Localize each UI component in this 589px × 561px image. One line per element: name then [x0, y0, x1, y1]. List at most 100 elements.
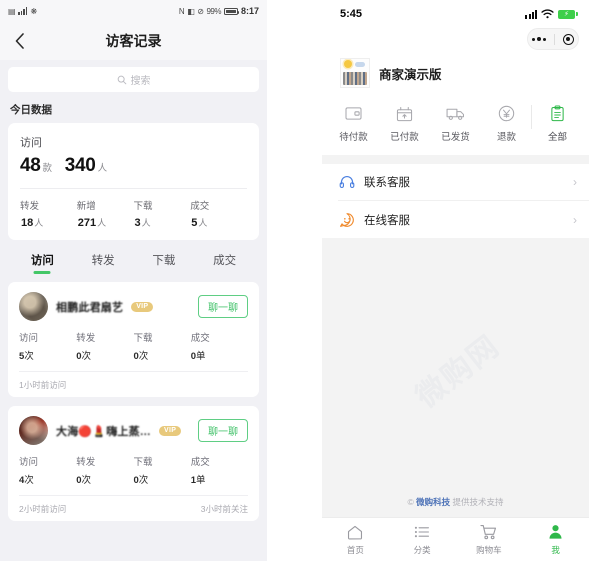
vibrate-icon: ◧ [187, 6, 195, 16]
tabbar-item-home[interactable]: 首页 [322, 524, 389, 556]
visits-products-value: 48 款 [20, 155, 52, 176]
right-top-white: 5:45 ⚡ 商家演示版 待付款 已付款 已发货 退款 全部 [322, 0, 589, 155]
wifi-icon [541, 9, 554, 19]
battery-charging-icon: ⚡ [558, 9, 578, 19]
copyright-symbol: © [407, 497, 414, 507]
visitor-name: 相鹏此君扇艺 [56, 301, 124, 314]
stat-value: 0次 [76, 475, 92, 486]
cloud-icon [355, 62, 365, 67]
battery-icon [223, 7, 240, 15]
category-icon [414, 524, 431, 541]
metric-label: 转发 [20, 201, 40, 212]
metric-label: 新增 [76, 201, 96, 212]
order-action-shipped[interactable]: 已发货 [430, 104, 481, 143]
footer-credit: © 微购科技 提供技术支持 [322, 490, 589, 517]
target-circle-icon[interactable] [562, 33, 574, 45]
visits-people-unit: 人 [97, 163, 108, 174]
mini-program-capsule-row [322, 28, 589, 54]
nfc-icon: N [178, 6, 185, 16]
clipboard-icon [548, 104, 567, 123]
people-icon [343, 72, 367, 85]
signal-icon [18, 7, 28, 15]
vip-badge: VIP [131, 301, 154, 312]
metric-download: 下载 3人 [134, 198, 191, 229]
stat-forwards: 转发 0次 [76, 330, 133, 362]
visitor-stats: 访问 5次 转发 0次 下载 0次 成交 0单 [19, 321, 248, 362]
visitor-header: 相鹏此君扇艺 VIP 聊一聊 [19, 292, 248, 321]
chevron-right-icon: › [573, 175, 577, 189]
stat-value: 5次 [19, 351, 34, 362]
service-label: 联系客服 [364, 177, 410, 189]
tab-deals[interactable]: 成交 [194, 252, 255, 274]
dnd-icon: ⊘ [197, 6, 204, 16]
tab-forwards[interactable]: 转发 [73, 252, 134, 274]
right-empty-area: 微购网 [322, 238, 589, 490]
left-status-bar: ▤ ❋ N ◧ ⊘ 99% 8:17 [0, 0, 267, 22]
order-action-refund[interactable]: 退款 [481, 104, 532, 143]
stat-label: 转发 [76, 333, 96, 344]
visits-label: 访问 [20, 137, 42, 149]
stat-visits: 访问 5次 [19, 330, 76, 362]
metric-new: 新增 271人 [77, 198, 134, 229]
stat-downloads: 下载 0次 [134, 330, 191, 362]
sun-icon [344, 60, 352, 68]
order-action-paid[interactable]: 已付款 [379, 104, 430, 143]
capsule-separator [554, 33, 555, 45]
screen-divider [267, 0, 322, 561]
order-actions-row: 待付款 已付款 已发货 退款 全部 [322, 102, 589, 155]
tab-visits[interactable]: 访问 [12, 252, 73, 274]
tabbar-item-cart[interactable]: 购物车 [456, 524, 523, 556]
today-data-card: 访问 48 款 340 人 转发 18人 新增 271人 下载 3人 成交 5人 [8, 123, 259, 240]
metric-deal: 成交 5人 [190, 198, 247, 229]
battery-percent-label: 99% [206, 6, 221, 16]
chevron-right-icon: › [573, 212, 577, 227]
stat-label: 访问 [19, 457, 39, 468]
order-action-pending-payment[interactable]: 待付款 [328, 104, 379, 143]
service-list: 联系客服 › 在线客服 › [322, 164, 589, 238]
headset-icon [338, 174, 355, 191]
order-action-label: 已发货 [441, 132, 470, 143]
chat-button[interactable]: 聊一聊 [198, 419, 248, 442]
stat-label: 转发 [76, 457, 96, 468]
shop-name: 商家演示版 [379, 67, 442, 82]
visitor-header: 大海🔴💄嗨上蒸… VIP 聊一聊 [19, 416, 248, 445]
visitor-card[interactable]: 大海🔴💄嗨上蒸… VIP 聊一聊 访问 4次 转发 0次 下载 0次 成交 1单… [8, 406, 259, 521]
metric-value: 271人 [77, 217, 107, 229]
today-data-heading: 今日数据 [10, 104, 52, 116]
visitor-list: 相鹏此君扇艺 VIP 聊一聊 访问 5次 转发 0次 下载 0次 成交 0单 1… [8, 274, 259, 521]
tabbar-label: 分类 [413, 544, 431, 555]
metrics-grid: 转发 18人 新增 271人 下载 3人 成交 5人 [20, 198, 247, 229]
search-input[interactable]: 搜索 [8, 67, 259, 92]
visit-time-label: 1小时前访问 [19, 379, 67, 390]
order-action-all[interactable]: 全部 [531, 104, 583, 143]
shop-photo-icon [340, 58, 370, 88]
signal-icon [525, 9, 537, 19]
avatar [19, 292, 48, 321]
stat-label: 成交 [190, 333, 210, 344]
tabbar-item-category[interactable]: 分类 [389, 524, 456, 556]
tabbar-item-profile[interactable]: 我 [522, 524, 589, 556]
service-row-contact[interactable]: 联系客服 › [338, 164, 589, 201]
visit-time-label: 2小时前访问 [19, 503, 67, 514]
more-dots-icon[interactable] [532, 37, 547, 41]
visitor-footer: 2小时前访问 3小时前关注 [19, 495, 248, 521]
left-phone-screen: ▤ ❋ N ◧ ⊘ 99% 8:17 访客记录 搜索 今日数据 访问 48 款 … [0, 0, 267, 561]
visitor-card[interactable]: 相鹏此君扇艺 VIP 聊一聊 访问 5次 转发 0次 下载 0次 成交 0单 1… [8, 282, 259, 397]
metric-label: 成交 [190, 201, 210, 212]
shop-header: 商家演示版 [322, 54, 589, 102]
clock-label: 5:45 [340, 8, 363, 20]
service-row-online[interactable]: 在线客服 › [338, 201, 589, 238]
wallet-icon [344, 104, 363, 123]
search-icon [117, 75, 127, 85]
back-button[interactable] [0, 22, 38, 60]
visitor-name: 大海🔴💄嗨上蒸… [56, 425, 151, 438]
home-icon [347, 524, 364, 541]
mini-program-capsule[interactable] [527, 28, 579, 50]
yuan-circle-icon [497, 104, 516, 123]
chat-button[interactable]: 聊一聊 [198, 295, 248, 318]
visitor-stats: 访问 4次 转发 0次 下载 0次 成交 1单 [19, 445, 248, 486]
tab-downloads[interactable]: 下载 [134, 252, 195, 274]
vip-badge: VIP [159, 425, 182, 436]
search-section: 搜索 [8, 60, 259, 101]
stat-value: 0次 [76, 351, 92, 362]
